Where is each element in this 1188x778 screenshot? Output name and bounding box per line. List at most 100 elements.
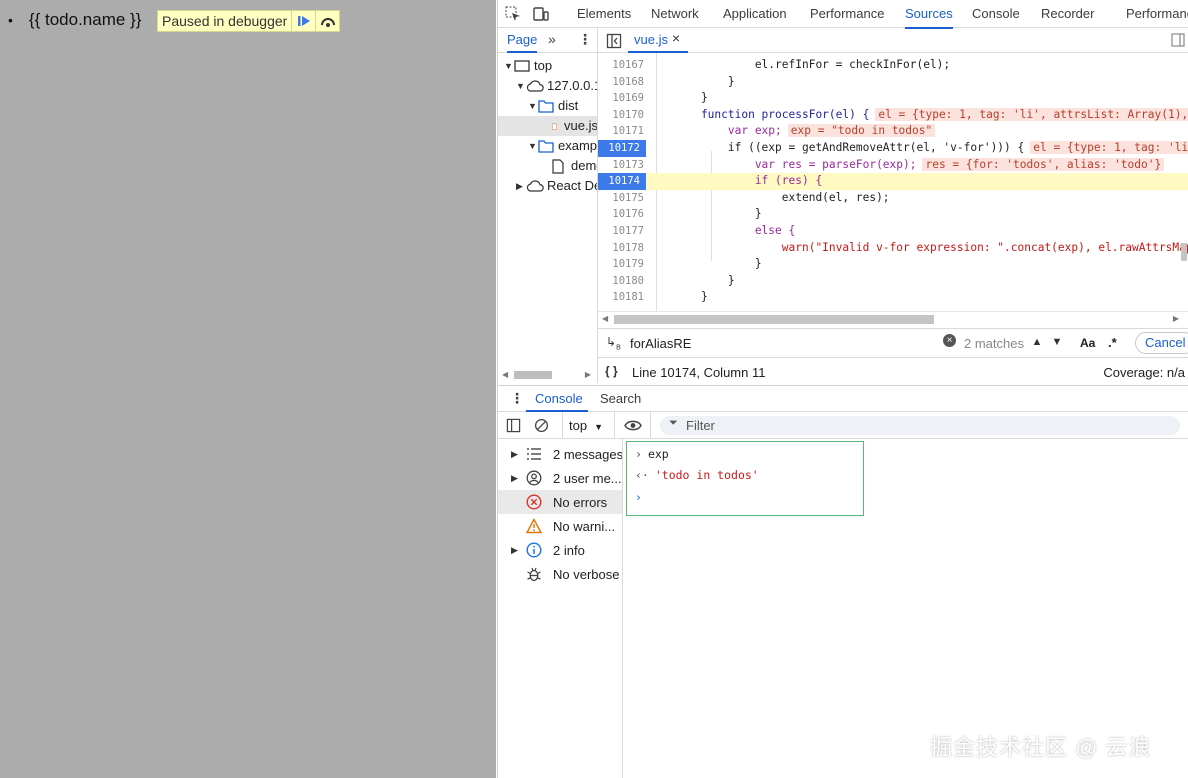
- search-input[interactable]: forAliasRE: [630, 336, 691, 351]
- line-number[interactable]: 10181: [598, 289, 644, 306]
- pretty-print-icon[interactable]: { }: [605, 364, 618, 378]
- sidebar-item-label: 2 messages: [553, 446, 622, 462]
- code-line-current[interactable]: 10174 if (res) {: [598, 173, 1188, 190]
- sidebar-item-label: 2 user me...: [553, 470, 622, 486]
- eye-icon[interactable]: [624, 419, 642, 432]
- tab-performance[interactable]: Performance: [810, 0, 884, 28]
- console-sidebar: ▶ 2 messages ▶ 2 user me... No errors No…: [498, 439, 623, 778]
- device-toolbar-icon[interactable]: [533, 6, 549, 22]
- code-line[interactable]: 10178 warn("Invalid v-for expression: ".…: [598, 240, 1188, 257]
- scroll-right-icon[interactable]: ▶: [585, 370, 591, 379]
- clear-console-icon[interactable]: [534, 418, 549, 433]
- scroll-left-icon[interactable]: ◀: [602, 314, 608, 323]
- code-line[interactable]: 10176 }: [598, 206, 1188, 223]
- code-line[interactable]: 10172 if ((exp = getAndRemoveAttr(el, 'v…: [598, 140, 1188, 157]
- line-number[interactable]: 10180: [598, 273, 644, 290]
- line-number[interactable]: 10167: [598, 57, 644, 74]
- code-line[interactable]: 10170 function processFor(el) {el = {typ…: [598, 107, 1188, 124]
- context-selector[interactable]: top ▼: [569, 418, 603, 433]
- sidebar-item-warnings[interactable]: No warni...: [498, 514, 622, 538]
- drawer-menu-icon[interactable]: ⋮: [510, 390, 524, 407]
- tree-item-host[interactable]: ▼ 127.0.0.1: [516, 76, 597, 96]
- sidebar-item-info[interactable]: ▶ 2 info: [498, 538, 622, 562]
- more-tabs-icon[interactable]: »: [548, 31, 556, 47]
- line-number[interactable]: 10176: [598, 206, 644, 223]
- scroll-left-icon[interactable]: ◀: [502, 370, 508, 379]
- next-match-button[interactable]: ▼: [1048, 333, 1066, 351]
- resume-button[interactable]: [291, 11, 315, 31]
- line-number[interactable]: 10171: [598, 123, 644, 140]
- tab-performance-insights[interactable]: Performance: [1126, 0, 1188, 28]
- search-bar: ↳B forAliasRE × 2 matches ▲ ▼ Aa .* Canc…: [598, 328, 1188, 357]
- match-case-button[interactable]: Aa: [1080, 336, 1095, 350]
- filter-input[interactable]: ⏷ Filter: [660, 416, 1180, 435]
- clear-search-icon[interactable]: ×: [943, 334, 956, 347]
- sidebar-item-messages[interactable]: ▶ 2 messages: [498, 442, 622, 466]
- navigator-scrollbar[interactable]: ◀ ▶: [498, 367, 598, 383]
- code-line[interactable]: 10175 extend(el, res);: [598, 190, 1188, 207]
- prompt-icon: ›: [635, 490, 642, 504]
- line-number[interactable]: 10168: [598, 74, 644, 91]
- line-number[interactable]: 10178: [598, 240, 644, 257]
- console-input-line[interactable]: › exp: [635, 444, 669, 464]
- console-prompt[interactable]: ›: [635, 487, 642, 507]
- drawer-tab-search[interactable]: Search: [600, 391, 641, 406]
- tree-item-top[interactable]: ▼ top: [504, 56, 552, 76]
- line-number[interactable]: 10169: [598, 90, 644, 107]
- scroll-right-icon[interactable]: ▶: [1173, 314, 1179, 323]
- paused-overlay: Paused in debugger: [157, 10, 341, 32]
- tab-application[interactable]: Application: [723, 0, 787, 28]
- console-result-line[interactable]: ‹· 'todo in todos': [635, 465, 759, 485]
- step-over-button[interactable]: [315, 11, 339, 31]
- code-line[interactable]: 10167 el.refInFor = checkInFor(el);: [598, 57, 1188, 74]
- close-tab-icon[interactable]: ×: [672, 30, 680, 46]
- cancel-search-button[interactable]: Cancel: [1135, 332, 1188, 354]
- code-line[interactable]: 10173 var res = parseFor(exp); res = {for…: [598, 157, 1188, 174]
- tab-recorder[interactable]: Recorder: [1041, 0, 1094, 28]
- code-line[interactable]: 10168 }: [598, 74, 1188, 91]
- code-line[interactable]: 10180 }: [598, 273, 1188, 290]
- code-scrollbar[interactable]: ◀ ▶: [598, 311, 1188, 327]
- previous-match-button[interactable]: ▲: [1028, 333, 1046, 351]
- code-line[interactable]: 10179 }: [598, 256, 1188, 273]
- drawer-tab-console[interactable]: Console: [535, 391, 583, 406]
- tab-elements[interactable]: Elements: [577, 0, 631, 28]
- code-editor[interactable]: 10167 el.refInFor = checkInFor(el); 1016…: [598, 53, 1188, 311]
- code-line[interactable]: 10171 var exp; exp = "todo in todos": [598, 123, 1188, 140]
- line-number[interactable]: 10179: [598, 256, 644, 273]
- tab-console[interactable]: Console: [972, 0, 1020, 28]
- scrollbar-thumb[interactable]: [514, 371, 552, 379]
- line-number[interactable]: 10173: [598, 157, 644, 174]
- sidebar-item-errors[interactable]: No errors: [498, 490, 622, 514]
- code-line[interactable]: 10181 }: [598, 289, 1188, 306]
- regex-button[interactable]: .*: [1108, 335, 1117, 350]
- more-options-icon[interactable]: ⋮: [578, 31, 592, 48]
- match-count: 2 matches: [964, 336, 1024, 351]
- line-number[interactable]: 10175: [598, 190, 644, 207]
- tab-page[interactable]: Page: [507, 32, 537, 47]
- tree-item-react-devtools[interactable]: ▶ React Dev: [516, 176, 597, 196]
- tree-item-vuejs[interactable]: vue.js: [498, 116, 597, 136]
- sidebar-item-user-messages[interactable]: ▶ 2 user me...: [498, 466, 622, 490]
- code-line[interactable]: 10177 else {: [598, 223, 1188, 240]
- tab-network[interactable]: Network: [651, 0, 699, 28]
- breakpoint-marker[interactable]: 10174: [598, 173, 646, 190]
- scrollbar-thumb[interactable]: [614, 315, 934, 324]
- breakpoint-marker[interactable]: 10172: [598, 140, 646, 157]
- inspect-element-icon[interactable]: [505, 6, 521, 22]
- toggle-debugger-icon[interactable]: [1171, 33, 1185, 47]
- editor-tab-vuejs[interactable]: vue.js: [634, 32, 668, 47]
- search-replace-icon[interactable]: ↳B: [606, 335, 621, 351]
- console-output[interactable]: › exp ‹· 'todo in todos' ›: [626, 441, 864, 516]
- tree-item-examples[interactable]: ▼ examples: [528, 136, 597, 156]
- tree-item-dist[interactable]: ▼ dist: [528, 96, 578, 116]
- tree-item-demo[interactable]: demo: [552, 156, 597, 176]
- line-number[interactable]: 10170: [598, 107, 644, 124]
- toggle-navigator-icon[interactable]: [606, 33, 622, 49]
- tab-sources[interactable]: Sources: [905, 0, 953, 29]
- vertical-scrollbar-thumb[interactable]: [1181, 243, 1187, 261]
- toggle-sidebar-icon[interactable]: [506, 418, 521, 433]
- line-number[interactable]: 10177: [598, 223, 644, 240]
- sidebar-item-verbose[interactable]: No verbose: [498, 562, 622, 586]
- code-line[interactable]: 10169 }: [598, 90, 1188, 107]
